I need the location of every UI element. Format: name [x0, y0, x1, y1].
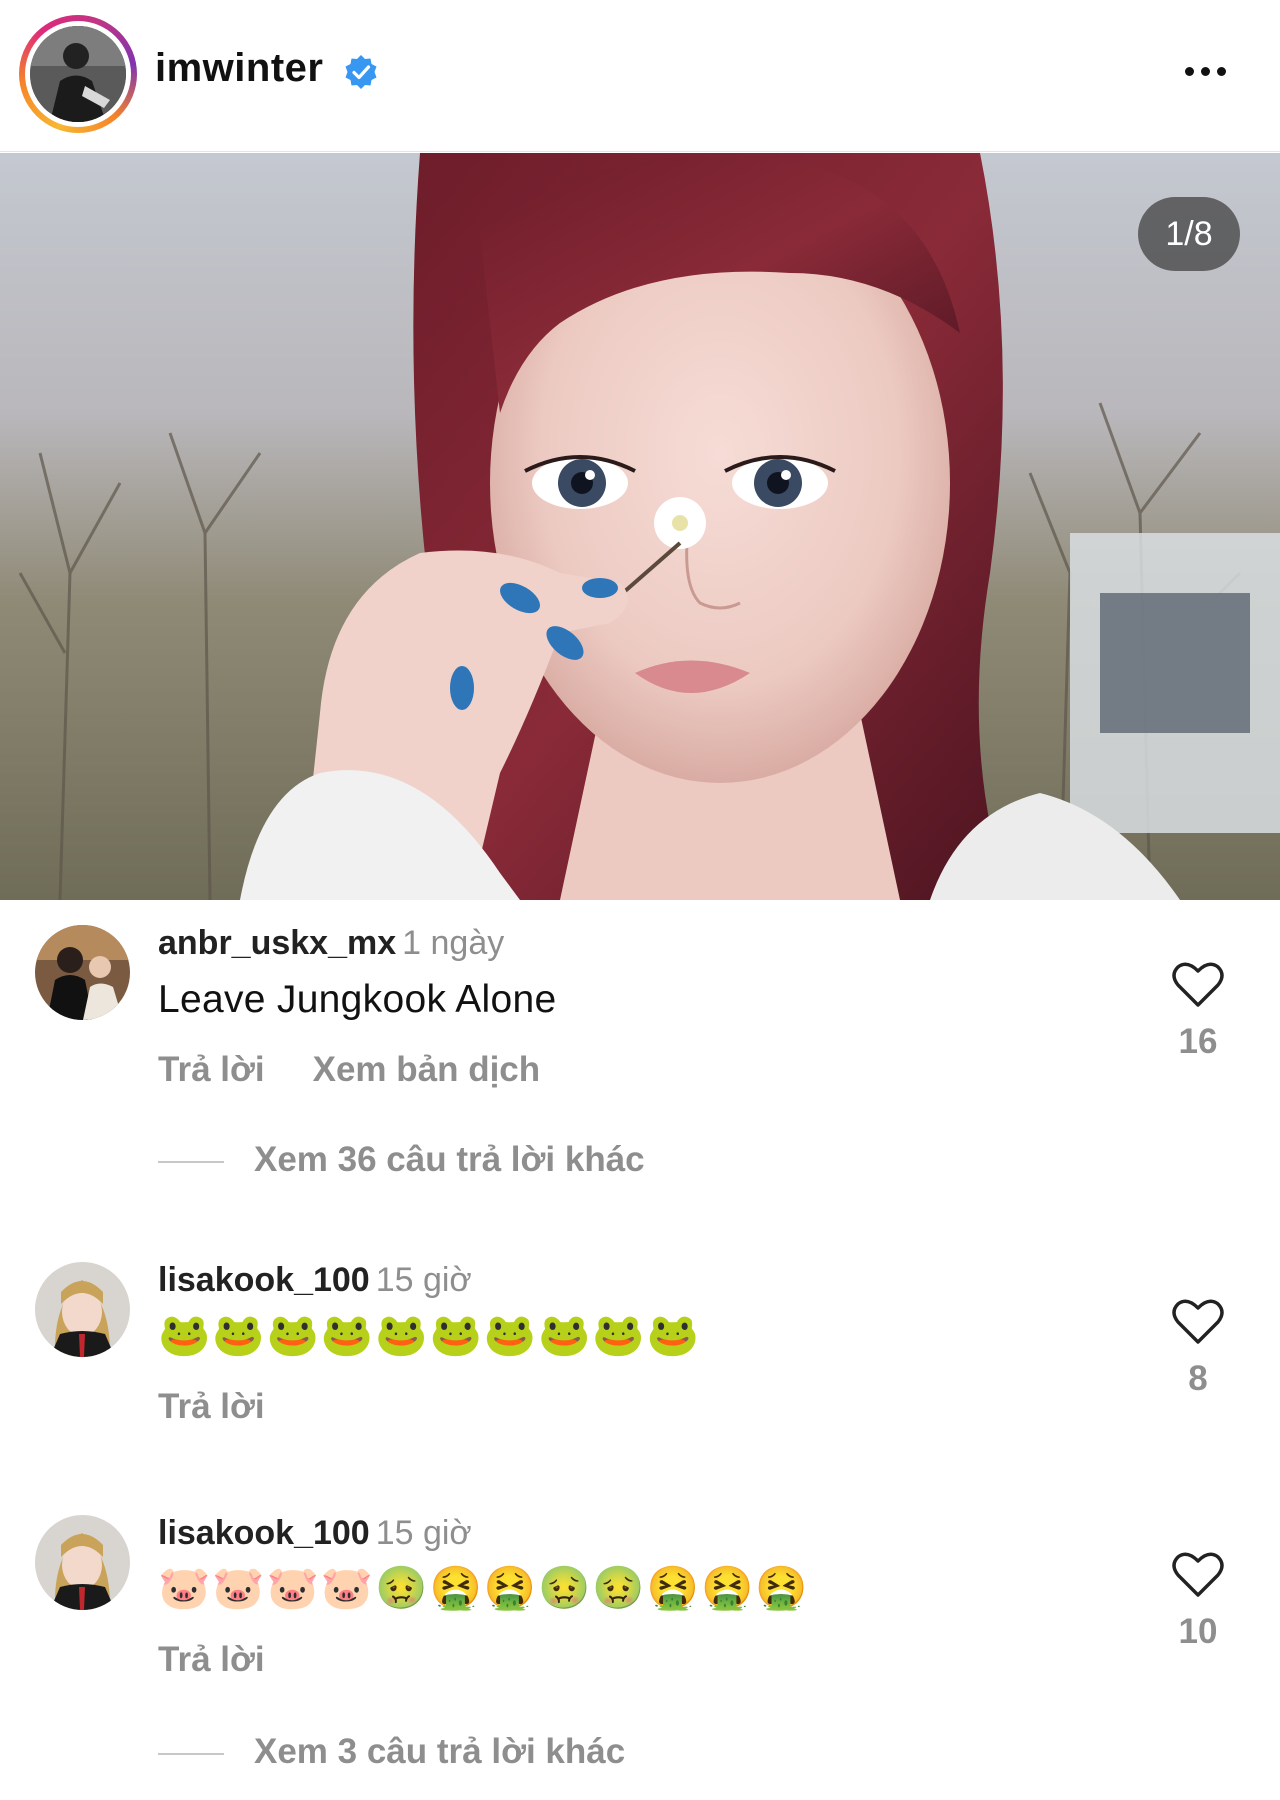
view-replies-button[interactable]: Xem 36 câu trả lời khác: [158, 1140, 645, 1180]
view-replies-label: Xem 36 câu trả lời khác: [254, 1140, 645, 1179]
comment-actions: Trả lời: [158, 1640, 313, 1680]
view-replies-label: Xem 3 câu trả lời khác: [254, 1732, 626, 1771]
like-count: 10: [1178, 1612, 1218, 1651]
heart-icon[interactable]: [1172, 1299, 1224, 1345]
post-header: imwinter: [0, 0, 1280, 152]
post-author-username[interactable]: imwinter: [155, 46, 323, 91]
comment-time: 15 giờ: [375, 1261, 472, 1299]
comment-text: 🐸🐸🐸🐸🐸🐸🐸🐸🐸🐸: [158, 1311, 701, 1358]
comment-actions: Trả lời: [158, 1387, 313, 1427]
portrait-photo: [0, 153, 1280, 900]
comment-like[interactable]: 10: [1168, 1552, 1228, 1652]
commenter-avatar[interactable]: [35, 1515, 130, 1610]
reply-divider-line: [158, 1160, 224, 1163]
comment-text: 🐷🐷🐷🐷🤢🤮🤮🤢🤢🤮🤮🤮: [158, 1564, 810, 1611]
comment-actions: Trả lời Xem bản dịch: [158, 1050, 588, 1090]
comment-like[interactable]: 16: [1168, 962, 1228, 1062]
comment-meta: anbr_uskx_mx 1 ngày: [158, 924, 504, 963]
comment-username[interactable]: lisakook_100: [158, 1514, 370, 1552]
comment-text: Leave Jungkook Alone: [158, 978, 557, 1021]
reply-button[interactable]: Trả lời: [158, 1387, 265, 1426]
like-count: 8: [1188, 1359, 1208, 1398]
translate-button[interactable]: Xem bản dịch: [313, 1050, 541, 1089]
comment-like[interactable]: 8: [1168, 1299, 1228, 1399]
view-replies-button[interactable]: Xem 3 câu trả lời khác: [158, 1732, 625, 1772]
comment-username[interactable]: lisakook_100: [158, 1261, 370, 1299]
like-count: 16: [1178, 1022, 1218, 1061]
heart-icon[interactable]: [1172, 962, 1224, 1008]
more-options-icon[interactable]: [1185, 56, 1245, 86]
post-image[interactable]: 1/8: [0, 153, 1280, 900]
reply-button[interactable]: Trả lời: [158, 1050, 265, 1089]
heart-icon[interactable]: [1172, 1552, 1224, 1598]
comment-meta: lisakook_100 15 giờ: [158, 1514, 472, 1553]
verified-badge-icon: [345, 55, 377, 89]
story-ring-avatar[interactable]: [19, 15, 137, 133]
comment-meta: lisakook_100 15 giờ: [158, 1261, 472, 1300]
commenter-avatar[interactable]: [35, 925, 130, 1020]
comment-username[interactable]: anbr_uskx_mx: [158, 924, 396, 962]
reply-divider-line: [158, 1752, 224, 1755]
profile-avatar: [30, 26, 126, 122]
reply-button[interactable]: Trả lời: [158, 1640, 265, 1679]
commenter-avatar[interactable]: [35, 1262, 130, 1357]
comment-time: 15 giờ: [375, 1514, 472, 1552]
image-counter: 1/8: [1138, 197, 1240, 271]
comment-time: 1 ngày: [402, 924, 505, 962]
